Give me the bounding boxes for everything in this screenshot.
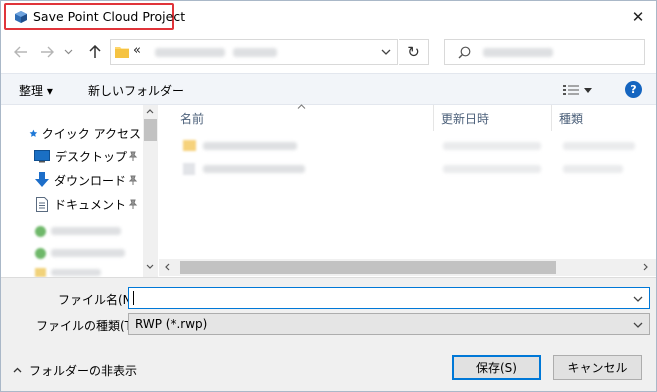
sidebar-label-redacted [51, 269, 101, 276]
sidebar-item-redacted[interactable] [35, 268, 135, 277]
sidebar-item-redacted[interactable] [35, 247, 135, 259]
file-name-redacted [203, 142, 297, 150]
drive-icon [35, 226, 46, 237]
sidebar-item-label: ドキュメント [54, 197, 127, 212]
command-bar: 整理 ▾ 新しいフォルダー ? [1, 73, 656, 105]
scrollbar-thumb[interactable] [144, 119, 157, 141]
filetype-select[interactable]: RWP (*.rwp) [128, 313, 650, 335]
file-type-redacted [563, 165, 623, 173]
save-button[interactable]: 保存(S) [452, 355, 541, 380]
column-header-modified[interactable]: 更新日時 [441, 105, 551, 131]
new-folder-button[interactable]: 新しいフォルダー [88, 82, 184, 99]
arrow-right-icon [41, 46, 54, 58]
scroll-right-icon[interactable] [643, 263, 648, 271]
breadcrumb-segment-redacted[interactable] [155, 48, 225, 57]
filetype-value: RWP (*.rwp) [135, 317, 208, 331]
drive-icon [35, 248, 46, 259]
scroll-down-icon[interactable] [146, 264, 154, 269]
search-box[interactable] [444, 39, 645, 65]
refresh-button[interactable]: ↻ [399, 39, 429, 65]
file-name-redacted [203, 165, 305, 173]
sidebar-item-label: ダウンロード [54, 173, 127, 188]
file-list-horizontal-scrollbar[interactable] [159, 259, 656, 276]
chevron-down-icon [64, 49, 72, 55]
sidebar-item-documents[interactable]: ドキュメント [1, 193, 141, 215]
save-form-area: ファイル名(N): ファイルの種類(T): RWP (*.rwp) フォルダーの… [1, 277, 656, 391]
arrow-left-icon [14, 46, 27, 58]
help-icon[interactable]: ? [625, 81, 642, 98]
navigation-scrollbar[interactable] [143, 105, 158, 277]
view-options-button[interactable] [563, 83, 597, 97]
breadcrumb-overflow[interactable]: « [133, 43, 141, 58]
file-date-redacted [443, 165, 541, 173]
file-row[interactable] [181, 162, 651, 176]
up-button[interactable] [85, 42, 105, 62]
sidebar-label-redacted [51, 227, 121, 235]
scrollbar-thumb[interactable] [180, 261, 556, 274]
star-icon [29, 129, 38, 137]
save-dialog: Save Point Cloud Project ✕ « ↻ 整理 ▾ 新しいフ… [0, 0, 657, 392]
organize-menu[interactable]: 整理 ▾ [19, 82, 53, 99]
text-cursor [133, 291, 134, 305]
address-bar[interactable]: « [110, 39, 398, 65]
column-separator[interactable] [551, 105, 552, 131]
pin-icon [128, 175, 138, 185]
details-view-icon [563, 85, 579, 95]
sidebar-item-label: デスクトップ [55, 149, 128, 164]
sidebar-item-redacted[interactable] [35, 225, 135, 237]
cancel-button[interactable]: キャンセル [553, 355, 642, 380]
filetype-label: ファイルの種類(T): [36, 319, 141, 333]
sidebar-item-downloads[interactable]: ダウンロード [1, 169, 141, 191]
sidebar-item-quick-access[interactable]: クイック アクセス [1, 122, 141, 144]
title-bar: Save Point Cloud Project ✕ [1, 1, 656, 33]
forward-button[interactable] [37, 42, 57, 62]
hide-folders-label: フォルダーの非表示 [29, 363, 138, 378]
scroll-up-icon[interactable] [146, 109, 154, 114]
file-type-redacted [563, 142, 635, 150]
file-row[interactable] [181, 139, 651, 153]
navigation-pane: クイック アクセス デスクトップ ダウンロード ドキュメント [1, 105, 158, 277]
chevron-down-icon [633, 322, 643, 328]
pin-icon [128, 199, 138, 209]
back-button[interactable] [11, 42, 31, 62]
filename-input[interactable] [128, 287, 650, 309]
chevron-down-icon[interactable] [633, 296, 643, 302]
document-icon [36, 196, 48, 212]
download-icon [35, 172, 49, 187]
close-icon: ✕ [631, 8, 645, 26]
recent-locations-button[interactable] [61, 42, 75, 62]
file-icon [183, 163, 195, 175]
column-header-name[interactable]: 名前 [180, 105, 432, 131]
column-separator[interactable] [433, 105, 434, 131]
desktop-icon [34, 149, 50, 162]
pin-icon [128, 151, 138, 161]
folder-icon [115, 47, 129, 58]
window-title: Save Point Cloud Project [33, 9, 186, 24]
chevron-up-icon [13, 367, 22, 373]
hide-folders-toggle[interactable]: フォルダーの非表示 [13, 363, 138, 378]
close-button[interactable]: ✕ [625, 6, 651, 28]
search-icon [458, 46, 471, 59]
breadcrumb-segment-redacted[interactable] [233, 48, 277, 57]
refresh-icon: ↻ [407, 43, 420, 61]
search-placeholder-redacted [483, 48, 553, 57]
scroll-left-icon[interactable] [165, 263, 170, 271]
folder-icon [35, 268, 46, 277]
chevron-down-icon [381, 49, 391, 55]
file-date-redacted [443, 142, 541, 150]
folder-icon [183, 140, 196, 151]
sidebar-label-redacted [51, 249, 125, 257]
chevron-down-icon [584, 87, 592, 93]
sidebar-item-label: クイック アクセス [41, 126, 141, 141]
sidebar-item-desktop[interactable]: デスクトップ [1, 145, 141, 167]
arrow-up-icon [89, 45, 101, 58]
app-icon [15, 11, 27, 23]
address-dropdown-button[interactable] [379, 45, 393, 59]
column-header-type[interactable]: 種類 [559, 105, 649, 131]
